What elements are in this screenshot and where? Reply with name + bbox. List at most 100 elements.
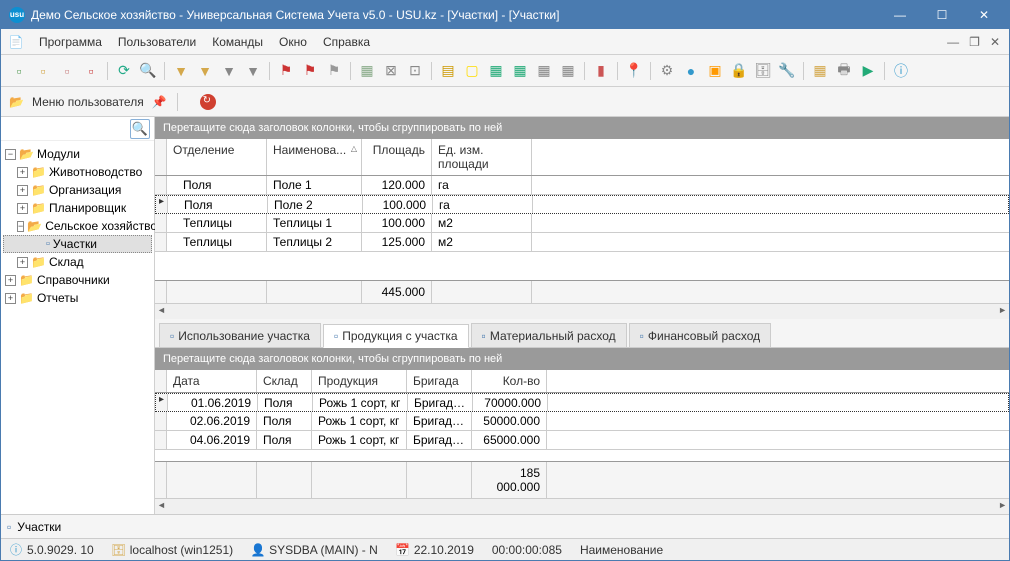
col-qty[interactable]: Кол-во (472, 370, 547, 392)
expand-icon[interactable]: + (17, 257, 28, 268)
grid-row[interactable]: Теплицы Теплицы 1 100.000 м2 (155, 214, 1009, 233)
grid-row-selected[interactable]: ▸ 01.06.2019 Поля Рожь 1 сорт, кг Бригад… (155, 393, 1009, 412)
tb-x1-icon[interactable]: ⊠ (381, 61, 401, 81)
tb-new-icon[interactable]: ▫ (9, 61, 29, 81)
minimize-button[interactable]: — (879, 1, 921, 29)
tb-del-icon[interactable]: ▫ (81, 61, 101, 81)
tb-data-icon[interactable]: ▦ (534, 61, 554, 81)
tree-item-stock[interactable]: + 📁 Склад (3, 253, 152, 271)
tab-products[interactable]: ▫Продукция с участка (323, 324, 469, 348)
user-menu-label[interactable]: Меню пользователя (32, 95, 144, 109)
pin-icon[interactable]: 📌 (152, 95, 167, 109)
col-prod[interactable]: Продукция (312, 370, 407, 392)
tree-item-agri[interactable]: − 📂 Сельское хозяйство (3, 217, 152, 235)
mdi-min-icon[interactable]: — (944, 33, 962, 51)
tb-ball-icon[interactable]: ● (681, 61, 701, 81)
group-panel-hint-2[interactable]: Перетащите сюда заголовок колонки, чтобы… (155, 348, 1009, 370)
tb-tool-icon[interactable]: 🔧 (777, 61, 797, 81)
h-scrollbar[interactable] (155, 303, 1009, 319)
grid-row[interactable]: Теплицы Теплицы 2 125.000 м2 (155, 233, 1009, 252)
tb-flag2-icon[interactable]: ⚑ (300, 61, 320, 81)
window-tab-plots[interactable]: Участки (17, 520, 61, 534)
tree-item-plots[interactable]: ▫ Участки (3, 235, 152, 253)
tab-finance[interactable]: ▫Финансовый расход (629, 323, 772, 347)
tb-col-icon[interactable]: ▤ (438, 61, 458, 81)
tree-item-sched[interactable]: + 📁 Планировщик (3, 199, 152, 217)
maximize-button[interactable]: ☐ (921, 1, 963, 29)
tb-filter-icon[interactable]: ▼ (171, 61, 191, 81)
tb-print-icon[interactable]: 🖶 (834, 61, 854, 81)
tb-sep (584, 62, 585, 80)
group-panel-hint[interactable]: Перетащите сюда заголовок колонки, чтобы… (155, 117, 1009, 139)
grid-row-selected[interactable]: ▸ Поля Поле 2 100.000 га (155, 195, 1009, 214)
tree-item-org[interactable]: + 📁 Организация (3, 181, 152, 199)
tb-db-icon[interactable]: 🗄 (753, 61, 773, 81)
tb-filter2-icon[interactable]: ▼ (195, 61, 215, 81)
tb-search-icon[interactable]: 🔍 (138, 61, 158, 81)
menu-window[interactable]: Окно (271, 32, 315, 52)
collapse-icon[interactable]: − (5, 149, 16, 160)
tb-x2-icon[interactable]: ⊡ (405, 61, 425, 81)
tb-refresh-icon[interactable]: ⟳ (114, 61, 134, 81)
tb-pin-icon[interactable]: 📍 (624, 61, 644, 81)
folder-icon: 📂 (19, 147, 34, 161)
tb-grid2-icon[interactable]: ▦ (810, 61, 830, 81)
col-unit[interactable]: Ед. изм. площади (432, 139, 532, 175)
tb-play-icon[interactable]: ▶ (858, 61, 878, 81)
grid-header: Отделение Наименова...△ Площадь Ед. изм.… (155, 139, 1009, 176)
expand-icon[interactable]: + (5, 275, 16, 286)
tb-chart-icon[interactable]: ▮ (591, 61, 611, 81)
tb-filter4-icon[interactable]: ▼ (243, 61, 263, 81)
tb-open-icon[interactable]: ▫ (33, 61, 53, 81)
collapse-icon[interactable]: − (17, 221, 24, 232)
tree-item-livestock[interactable]: + 📁 Животноводство (3, 163, 152, 181)
grid-row[interactable]: Поля Поле 1 120.000 га (155, 176, 1009, 195)
grid-row[interactable]: 04.06.2019 Поля Рожь 1 сорт, кг Бригада … (155, 431, 1009, 450)
tb-info-icon[interactable]: ⓘ (891, 61, 911, 81)
tb-lock-icon[interactable]: 🔒 (729, 61, 749, 81)
mdi-max-icon[interactable]: ❐ (966, 33, 983, 51)
reload-red-button[interactable] (200, 94, 216, 110)
mdi-close-icon[interactable]: ✕ (987, 33, 1003, 51)
tb-flag3-icon[interactable]: ⚑ (324, 61, 344, 81)
tb-sep (884, 62, 885, 80)
h-scrollbar[interactable] (155, 498, 1009, 514)
tab-material[interactable]: ▫Материальный расход (471, 323, 627, 347)
grid-row[interactable]: 02.06.2019 Поля Рожь 1 сорт, кг Бригада … (155, 412, 1009, 431)
col-name[interactable]: Наименова...△ (267, 139, 362, 175)
col-stock[interactable]: Склад (257, 370, 312, 392)
tb-edit-icon[interactable]: ▫ (57, 61, 77, 81)
tree-item-rep[interactable]: + 📁 Отчеты (3, 289, 152, 307)
row-indicator-col (155, 370, 167, 392)
expand-icon[interactable]: + (17, 203, 28, 214)
tb-xls-icon[interactable]: ▦ (486, 61, 506, 81)
row-marker (155, 176, 167, 194)
tb-flag-icon[interactable]: ⚑ (276, 61, 296, 81)
col-area[interactable]: Площадь (362, 139, 432, 175)
tb-gear-icon[interactable]: ⚙ (657, 61, 677, 81)
tb-note-icon[interactable]: ▢ (462, 61, 482, 81)
expand-icon[interactable]: + (17, 185, 28, 196)
expand-icon[interactable]: + (5, 293, 16, 304)
tree-label: Организация (49, 183, 121, 197)
tab-usage[interactable]: ▫Использование участка (159, 323, 321, 347)
tb-filter3-icon[interactable]: ▼ (219, 61, 239, 81)
menu-program[interactable]: Программа (31, 32, 110, 52)
menu-commands[interactable]: Команды (204, 32, 271, 52)
tb-sep (269, 62, 270, 80)
tb-grid-icon[interactable]: ▦ (357, 61, 377, 81)
expand-icon[interactable]: + (17, 167, 28, 178)
col-date[interactable]: Дата (167, 370, 257, 392)
tree-root-modules[interactable]: − 📂 Модули (3, 145, 152, 163)
tree-item-ref[interactable]: + 📁 Справочники (3, 271, 152, 289)
close-button[interactable]: ✕ (963, 1, 1005, 29)
menu-help[interactable]: Справка (315, 32, 378, 52)
col-dep[interactable]: Отделение (167, 139, 267, 175)
folder-icon: 📁 (31, 255, 46, 269)
tb-rss-icon[interactable]: ▣ (705, 61, 725, 81)
tb-imp-icon[interactable]: ▦ (510, 61, 530, 81)
menu-users[interactable]: Пользователи (110, 32, 204, 52)
tb-link-icon[interactable]: ▦ (558, 61, 578, 81)
search-button[interactable]: 🔍 (130, 119, 150, 139)
col-brig[interactable]: Бригада (407, 370, 472, 392)
